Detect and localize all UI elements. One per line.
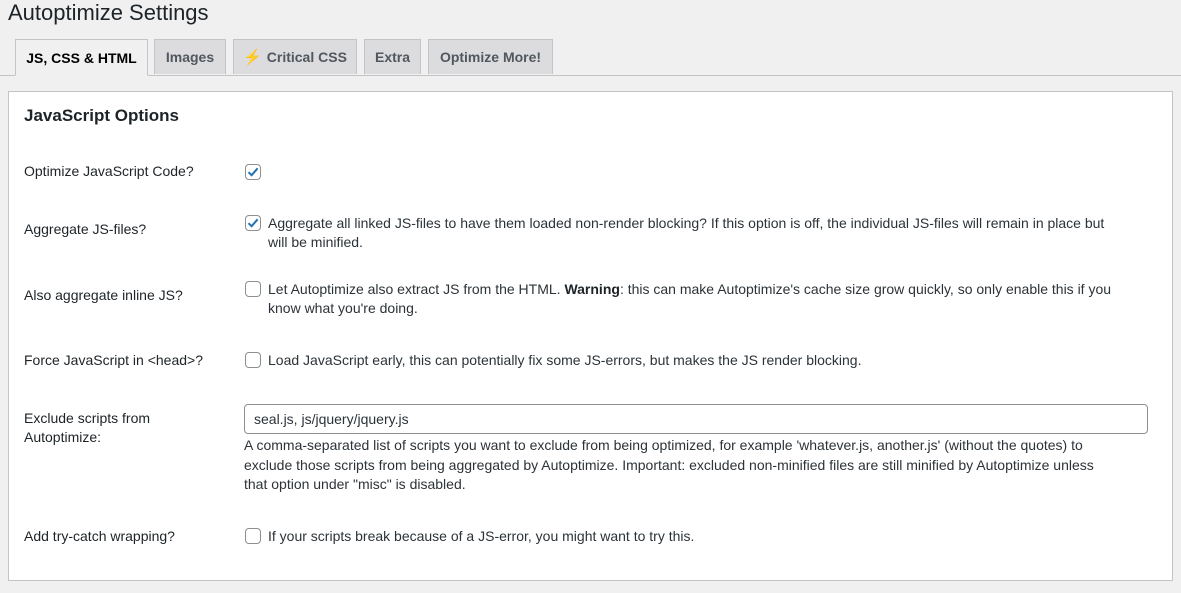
inline-js-description: Let Autoptimize also extract JS from the… (268, 280, 1158, 318)
label-line: Autoptimize: (24, 429, 102, 445)
exclude-scripts-help: A comma-separated list of scripts you wa… (244, 436, 1149, 495)
tab-optimize-more[interactable]: Optimize More! (428, 39, 553, 74)
description-text: : this can make Autoptimize's cache size… (619, 281, 1112, 297)
aggregate-js-description: Aggregate all linked JS-files to have th… (268, 214, 1158, 252)
settings-panel: JavaScript Options Optimize JavaScript C… (8, 91, 1173, 581)
page-title: Autoptimize Settings (8, 0, 209, 25)
description-line: know what you're doing. (268, 300, 418, 316)
checkmark-icon (247, 167, 259, 177)
help-line: A comma-separated list of scripts you wa… (244, 437, 1083, 453)
try-catch-description: If your scripts break because of a JS-er… (268, 528, 695, 544)
force-head-label: Force JavaScript in <head>? (24, 352, 203, 368)
tab-critical-css[interactable]: ⚡ Critical CSS (233, 39, 357, 74)
optimize-js-checkbox[interactable] (245, 164, 261, 180)
tab-js-css-html[interactable]: JS, CSS & HTML (15, 39, 148, 76)
description-line: Aggregate all linked JS-files to have th… (268, 215, 1105, 231)
help-line: that option under "misc" is disabled. (244, 476, 466, 492)
aggregate-js-checkbox[interactable] (245, 215, 261, 231)
help-line: exclude those scripts from being aggrega… (244, 456, 1094, 473)
checkmark-icon (247, 218, 259, 228)
tab-extra[interactable]: Extra (364, 39, 421, 74)
description-line: will be minified. (268, 234, 363, 250)
exclude-scripts-input[interactable] (244, 404, 1148, 434)
tab-label: JS, CSS & HTML (26, 49, 137, 66)
tab-label: Optimize More! (439, 49, 542, 65)
tab-label: Critical CSS (266, 49, 347, 65)
section-title: JavaScript Options (24, 106, 179, 125)
warning-text: Warning (564, 281, 620, 297)
try-catch-label: Add try-catch wrapping? (24, 528, 175, 544)
inline-js-label: Also aggregate inline JS? (24, 287, 183, 303)
tab-label: Extra (374, 49, 411, 65)
force-head-description: Load JavaScript early, this can potentia… (268, 352, 862, 368)
exclude-scripts-label: Exclude scripts from Autoptimize: (24, 409, 224, 447)
lightning-bolt-icon: ⚡ (243, 49, 262, 66)
force-head-checkbox[interactable] (245, 352, 261, 368)
label-line: Exclude scripts from (24, 410, 151, 426)
description-text: Let Autoptimize also extract JS from the… (268, 281, 565, 297)
optimize-js-label: Optimize JavaScript Code? (24, 163, 194, 179)
description-line: Let Autoptimize also extract JS from the… (268, 280, 1158, 299)
tab-images[interactable]: Images (154, 39, 226, 74)
tab-label: Images (165, 49, 215, 65)
try-catch-checkbox[interactable] (245, 528, 261, 544)
aggregate-js-label: Aggregate JS-files? (24, 221, 147, 237)
inline-js-checkbox[interactable] (245, 281, 261, 297)
settings-tabs: JS, CSS & HTML Images ⚡ Critical CSS Ext… (0, 39, 1181, 76)
